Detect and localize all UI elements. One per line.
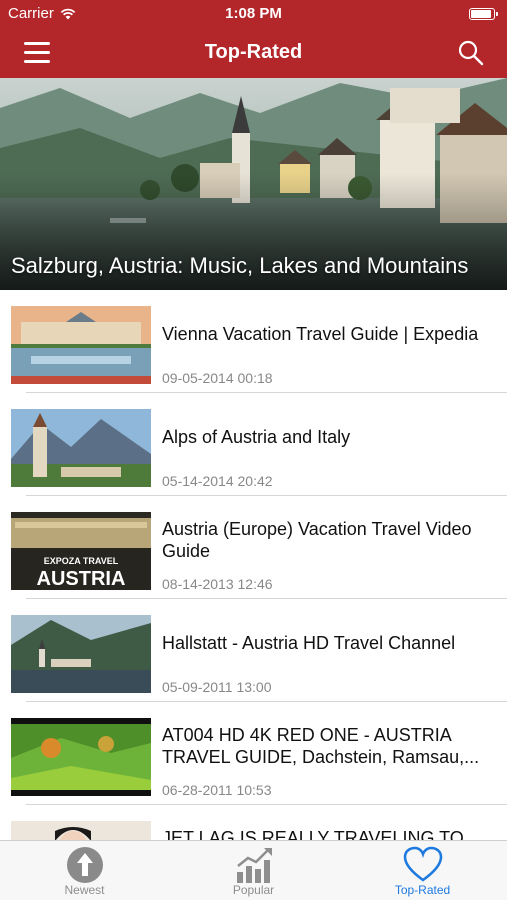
video-title: Hallstatt - Austria HD Travel Channel	[162, 633, 456, 653]
status-time: 1:08 PM	[225, 5, 282, 22]
video-thumbnail	[11, 615, 151, 693]
video-title: AT004 HD 4K RED ONE - AUSTRIA TRAVEL GUI…	[162, 725, 480, 767]
video-row[interactable]: AT004 HD 4K RED ONE - AUSTRIA TRAVEL GUI…	[0, 702, 507, 805]
tab-top-rated[interactable]: Top-Rated	[338, 841, 507, 900]
featured-video-title: Salzburg, Austria: Music, Lakes and Moun…	[11, 253, 469, 278]
nav-bar: Top-Rated	[0, 28, 507, 78]
chart-trend-icon	[236, 848, 272, 883]
video-title: Alps of Austria and Italy	[162, 427, 351, 447]
tab-newest[interactable]: Newest	[0, 841, 169, 900]
tab-label: Popular	[232, 883, 275, 897]
video-thumbnail	[11, 821, 151, 840]
video-title: Vienna Vacation Travel Guide | Expedia	[162, 324, 479, 344]
video-thumbnail	[11, 718, 151, 796]
video-title: Austria (Europe) Vacation Travel Video G…	[162, 519, 472, 561]
video-date: 05-14-2014 20:42	[162, 473, 273, 489]
video-title: JET LAG IS REALLY TRAVELING TO	[162, 828, 464, 840]
video-thumbnail	[11, 409, 151, 487]
search-icon[interactable]	[457, 39, 485, 67]
tab-popular[interactable]: Popular	[169, 841, 338, 900]
video-date: 05-09-2011 13:00	[162, 679, 272, 695]
video-row[interactable]: JET LAG IS REALLY TRAVELING TO	[0, 805, 507, 840]
arrow-up-circle-icon	[66, 847, 103, 883]
heart-icon	[403, 846, 442, 882]
tab-label: Top-Rated	[394, 883, 451, 897]
video-row[interactable]: Alps of Austria and Italy 05-14-2014 20:…	[0, 393, 507, 496]
thumb-caption-country: AUSTRIA	[37, 568, 126, 590]
tab-label: Newest	[64, 883, 105, 897]
thumb-caption-brand: EXPOZA TRAVEL	[44, 556, 119, 566]
video-row[interactable]: Vienna Vacation Travel Guide | Expedia 0…	[0, 290, 507, 393]
battery-icon	[469, 8, 498, 20]
featured-video-banner[interactable]: Salzburg, Austria: Music, Lakes and Moun…	[0, 78, 507, 290]
page-title: Top-Rated	[204, 41, 303, 63]
status-bar: Carrier 1:08 PM	[0, 0, 507, 28]
video-list: Vienna Vacation Travel Guide | Expedia 0…	[0, 290, 507, 840]
video-row[interactable]: Hallstatt - Austria HD Travel Channel 05…	[0, 599, 507, 702]
video-date: 09-05-2014 00:18	[162, 370, 273, 386]
video-date: 06-28-2011 10:53	[162, 782, 272, 798]
video-thumbnail: EXPOZA TRAVEL AUSTRIA	[11, 512, 151, 590]
video-date: 08-14-2013 12:46	[162, 576, 273, 592]
video-thumbnail	[11, 306, 151, 384]
tab-bar: Newest Popular Top-Rated	[0, 840, 507, 900]
video-row[interactable]: EXPOZA TRAVEL AUSTRIA Austria (Europe) V…	[0, 496, 507, 599]
